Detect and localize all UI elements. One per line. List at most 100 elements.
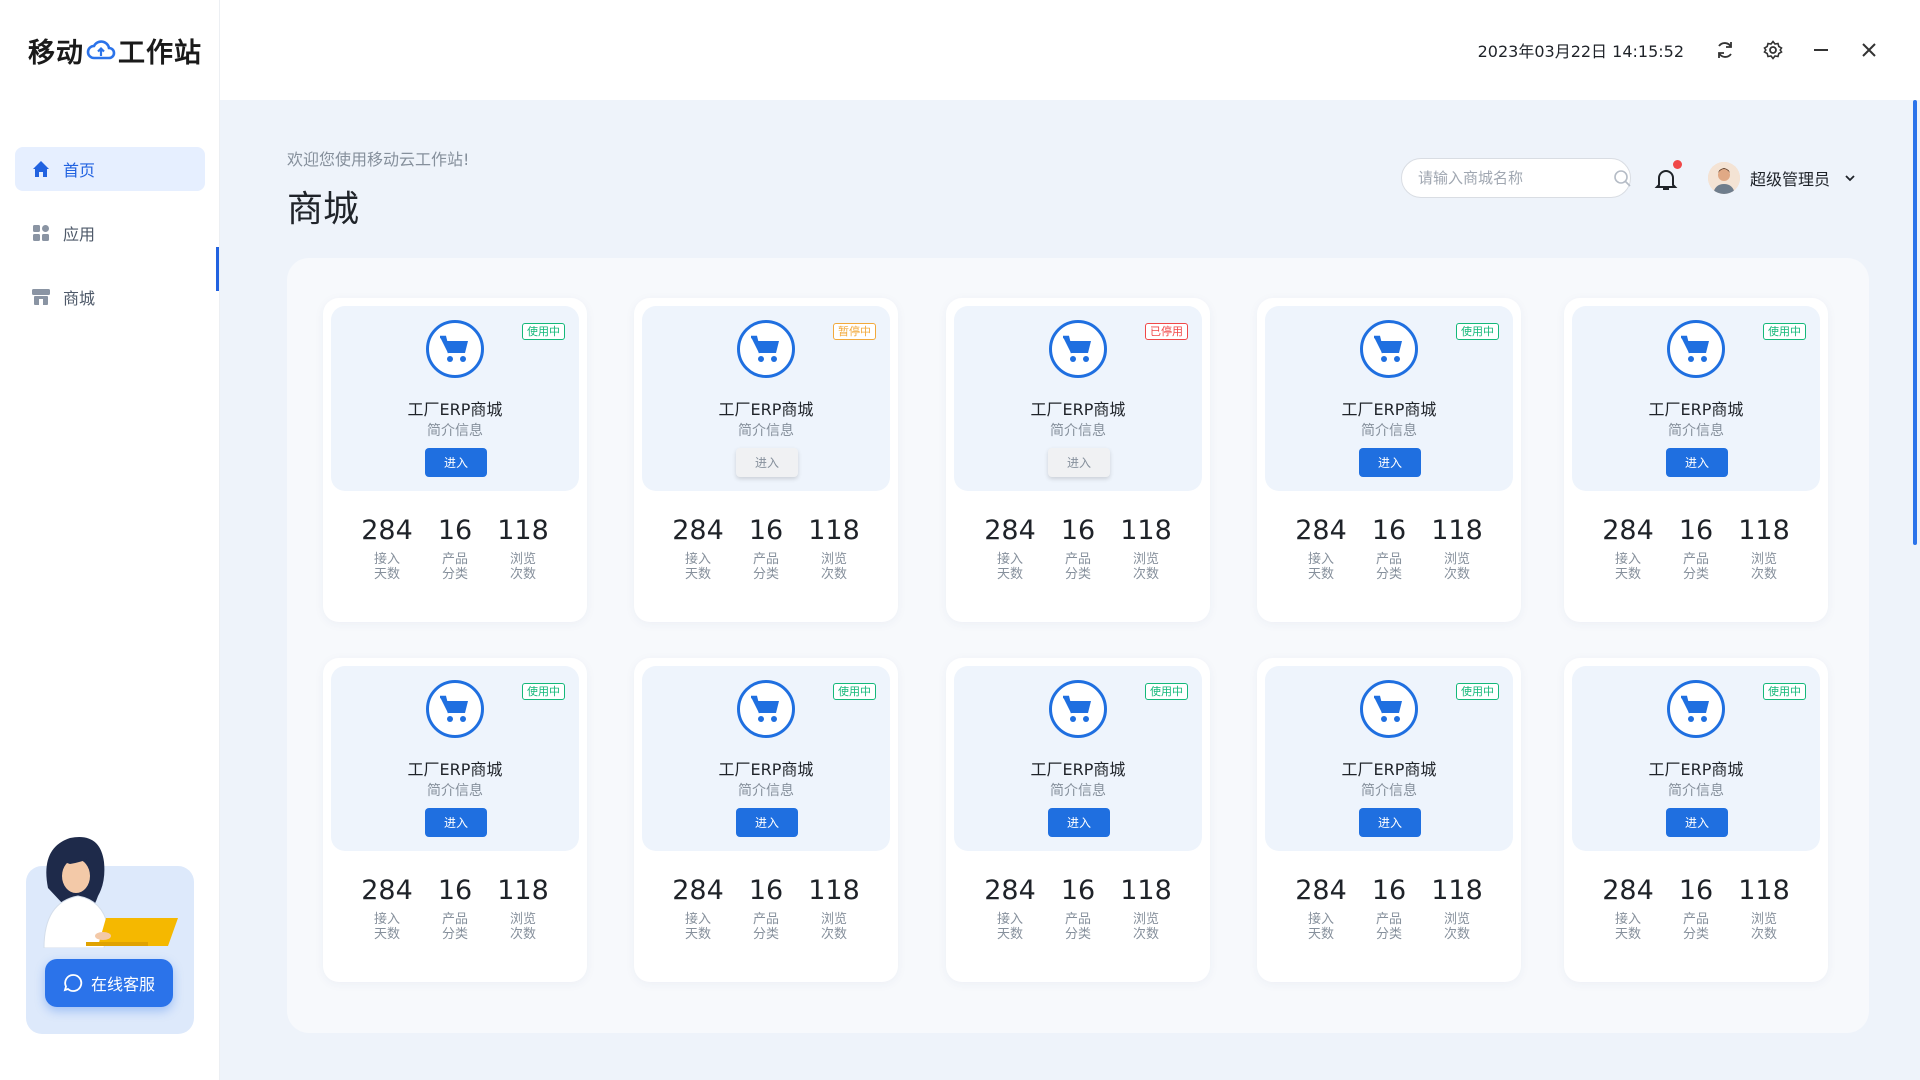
stat-label: 浏览 次数 [509,912,536,942]
store-card-header: 使用中 工厂ERP商城 简介信息 进入 [1265,306,1513,491]
store-card-header: 使用中工厂ERP商城 简介信息进入 [1572,306,1820,491]
store-name: 工厂ERP商城 [1030,400,1126,419]
cart-icon [1667,680,1725,738]
sidebar-item-store[interactable]: 商城 [15,275,205,319]
active-indicator [216,247,219,291]
gear-icon[interactable] [1762,39,1784,61]
enter-button[interactable]: 进入 [425,808,487,837]
enter-button[interactable]: 进入 [736,808,798,837]
stat-label: 浏览 次数 [1443,912,1470,942]
enter-button[interactable]: 进入 [736,448,798,477]
stat-value: 118 [497,875,549,906]
sidebar-item-home[interactable]: 首页 [15,147,205,191]
scrollbar[interactable] [1913,100,1917,545]
stat-views: 118 浏览 次数 [481,515,565,583]
refresh-icon[interactable] [1714,39,1736,61]
cart-icon [426,680,484,738]
notification-dot [1673,160,1682,169]
store-desc: 简介信息 [1668,423,1724,439]
store-desc: 简介信息 [1050,783,1106,799]
avatar [1708,162,1740,194]
status-badge: 使用中 [1456,683,1499,700]
online-support-button[interactable]: 在线客服 [45,959,173,1007]
status-badge: 使用中 [833,683,876,700]
store-card: 使用中 工厂ERP商城 简介信息 进入 284 接入 天数 16 产品 分类 118 浏览 次数 [1564,298,1828,622]
enter-button[interactable]: 进入 [1666,448,1728,477]
stat-views: 118 浏览 次数 [1104,875,1188,943]
cart-icon [1360,320,1418,378]
store-desc: 简介信息 [427,423,483,439]
store-card-header: 已停用工厂ERP商城 简介信息进入 [954,306,1202,491]
logo-text-left: 移动 [28,37,84,69]
store-card: 使用中 工厂ERP商城 简介信息 进入 284 接入 天数 16 产品 分类 118 浏览 次数 [1564,658,1828,982]
status-badge: 使用中 [1763,323,1806,340]
stat-views: 118 浏览 次数 [1415,875,1499,943]
store-desc: 简介信息 [1668,783,1724,799]
welcome-text: 欢迎您使用移动云工作站! [287,150,470,169]
stat-views: 118 浏览 次数 [792,515,876,583]
status-badge: 使用中 [522,323,565,340]
cart-icon [1667,320,1725,378]
cart-icon [426,320,484,378]
enter-button[interactable]: 进入 [1359,808,1421,837]
stat-value: 118 [1431,875,1483,906]
status-badge: 使用中 [1763,683,1806,700]
store-name: 工厂ERP商城 [407,760,503,779]
logo-text-right: 工作站 [118,37,202,69]
store-search[interactable] [1401,158,1631,198]
store-card-header: 使用中 工厂ERP商城 简介信息 进入 [1265,666,1513,851]
minimize-icon[interactable] [1810,39,1832,61]
stat-label: 浏览 次数 [820,912,847,942]
titlebar-controls: 2023年03月22日 14:15:52 [1478,0,1880,100]
enter-button[interactable]: 进入 [1048,448,1110,477]
page-title: 商城 [287,189,360,230]
cart-icon [737,320,795,378]
support-label: 在线客服 [90,975,155,994]
stat-views: 118 浏览 次数 [481,875,565,943]
user-menu[interactable]: 超级管理员 [1708,160,1856,196]
stat-value: 118 [808,515,860,546]
status-badge: 使用中 [1456,323,1499,340]
stat-label: 浏览 次数 [509,552,536,582]
stat-views: 118 浏览 次数 [1722,876,1806,943]
home-icon [31,159,51,179]
bell-icon[interactable] [1653,166,1679,192]
store-name: 工厂ERP商城 [1648,400,1744,419]
customer-service-illustration [43,837,178,948]
stat-label: 浏览 次数 [1132,912,1159,942]
store-card-header: 使用中 工厂ERP商城 简介信息 进入 [1572,666,1820,851]
sidebar-item-label: 商城 [63,289,96,308]
stat-views: 118 浏览 次数 [1722,516,1806,583]
logo-area: 移动 工作站 [0,0,220,100]
store-card: 使用中 工厂ERP商城 简介信息 进入 284 接入 天数 16 产品 分类 118 浏览 次数 [946,658,1210,982]
chevron-down-icon [1844,172,1856,184]
store-name: 工厂ERP商城 [1341,760,1437,779]
cart-icon [737,680,795,738]
enter-button[interactable]: 进入 [1048,808,1110,837]
enter-button[interactable]: 进入 [425,448,487,477]
stat-label: 浏览 次数 [820,552,847,582]
close-icon[interactable] [1858,39,1880,61]
sidebar-item-apps[interactable]: 应用 [15,211,205,255]
store-card-header: 使用中 工厂ERP商城 简介信息 进入 [331,306,579,491]
search-input[interactable] [1418,169,1612,187]
stat-label: 浏览 次数 [1750,912,1777,942]
store-card: 使用中 工厂ERP商城 简介信息 进入 284 接入 天数 16 产品 分类 118 浏览 次数 [1257,658,1521,982]
store-desc: 简介信息 [738,783,794,799]
store-card-header: 暂停中 工厂ERP商城 简介信息 进入 [642,306,890,491]
stat-label: 浏览 次数 [1443,552,1470,582]
store-desc: 简介信息 [427,783,483,799]
status-badge: 已停用 [1145,323,1188,340]
store-grid-panel: 使用中 工厂ERP商城 简介信息 进入 284 接入 天数 16 产品 分类 118 浏览 次数 暂停中工… [287,258,1869,1033]
store-card-header: 使用中 工厂ERP商城 简介信息 进入 [331,666,579,851]
stat-value: 118 [497,515,549,546]
stat-value: 118 [1120,875,1172,906]
stat-value: 118 [1431,515,1483,546]
search-icon[interactable] [1612,168,1632,188]
chat-bubble-icon [63,973,83,993]
stat-views: 118 浏览 次数 [1104,516,1188,583]
enter-button[interactable]: 进入 [1666,808,1728,837]
enter-button[interactable]: 进入 [1359,448,1421,477]
store-desc: 简介信息 [1050,423,1106,439]
store-name: 工厂ERP商城 [718,760,814,779]
